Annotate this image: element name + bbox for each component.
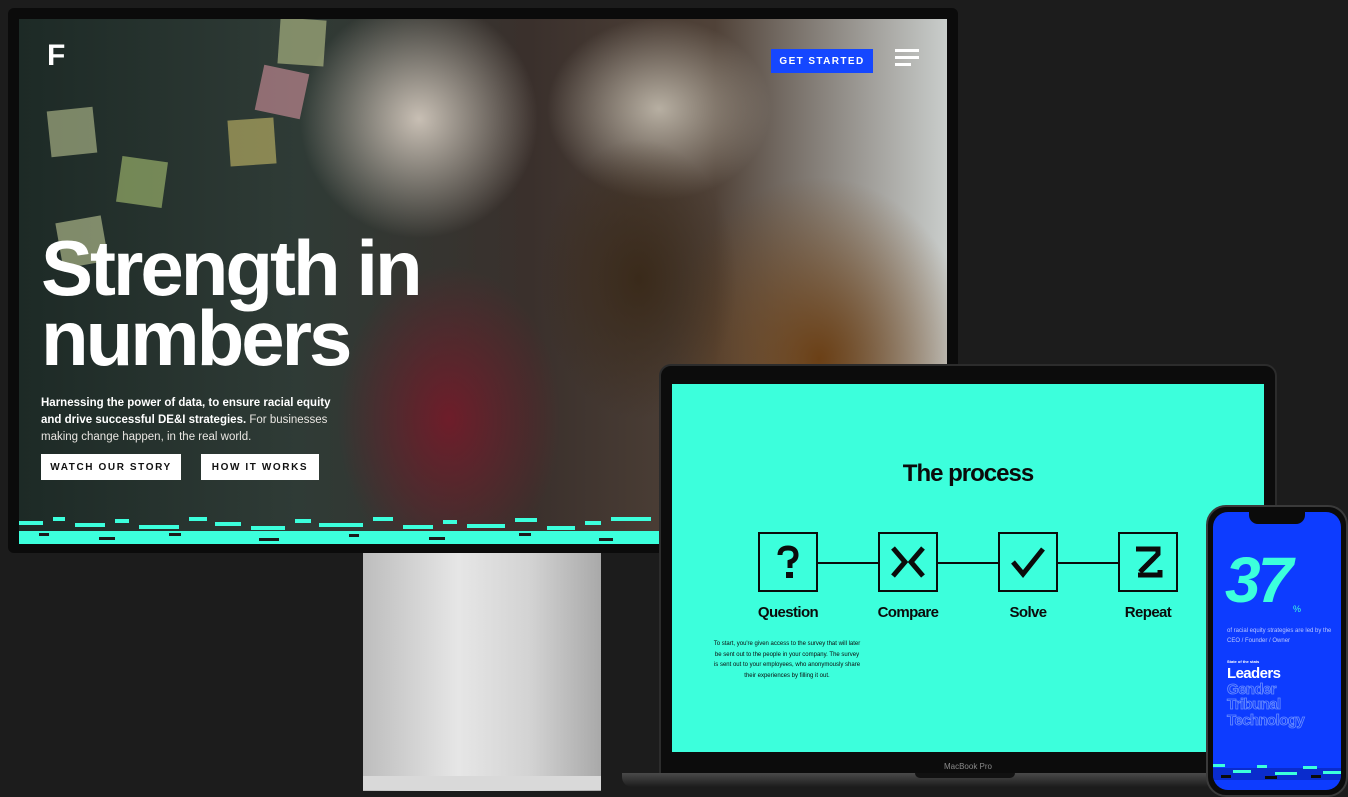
hero-subtext: Harnessing the power of data, to ensure … (41, 395, 351, 446)
step-label: Compare (877, 604, 939, 621)
process-step-repeat[interactable]: Repeat (1088, 532, 1208, 621)
step-label: Repeat (1124, 604, 1172, 621)
background-sticky-note (116, 156, 168, 208)
laptop: The process Question Compare Solve Repea… (659, 364, 1277, 780)
watch-our-story-button[interactable]: WATCH OUR STORY (41, 454, 181, 480)
process-description: To start, you're given access to the sur… (713, 641, 861, 679)
headline-line-2: numbers (41, 294, 352, 382)
repeat-z-icon (1118, 532, 1178, 592)
question-mark-icon (758, 532, 818, 592)
background-sticky-note (277, 19, 327, 67)
stat-unit: % (1293, 604, 1302, 614)
category-technology[interactable]: Technology (1227, 712, 1305, 729)
stat-value: 37 (1225, 544, 1293, 616)
how-it-works-button[interactable]: HOW IT WORKS (201, 454, 319, 480)
background-sticky-note (227, 117, 277, 167)
stat-description: of racial equity strategies are led by t… (1227, 628, 1332, 644)
headline-line-1: Strength in (41, 224, 423, 312)
hamburger-menu-icon[interactable] (895, 49, 919, 73)
phone-pixel-strip (1213, 764, 1341, 780)
category-tribunal[interactable]: Tribunal (1227, 697, 1304, 713)
process-step-solve[interactable]: Solve (968, 532, 1088, 621)
phone-notch (1249, 512, 1305, 524)
get-started-button[interactable]: GET STARTED (771, 49, 873, 73)
background-sticky-note (46, 106, 98, 158)
monitor-stand-base (363, 776, 601, 790)
step-label: Question (757, 604, 819, 621)
laptop-brand-label: MacBook Pro (943, 762, 993, 771)
laptop-notch (915, 773, 1015, 778)
phone: 37 % of racial equity strategies are led… (1206, 505, 1348, 797)
process-step-question[interactable]: Question (728, 532, 848, 621)
phone-stats-screen: 37 % of racial equity strategies are led… (1213, 512, 1341, 790)
process-step-compare[interactable]: Compare (848, 532, 968, 621)
checkmark-icon (998, 532, 1058, 592)
step-label: Solve (1009, 604, 1047, 621)
brand-logo[interactable]: F (47, 41, 73, 71)
process-title: The process (902, 460, 1034, 487)
category-gender[interactable]: Gender (1227, 681, 1304, 698)
hero-headline: Strength in numbers (41, 224, 423, 382)
stat-category-list: Leaders Gender Tribunal Technology (1227, 666, 1305, 729)
compare-arrows-icon (878, 532, 938, 592)
category-leaders[interactable]: Leaders (1227, 666, 1304, 682)
stat-kicker: State of the stats (1227, 659, 1260, 664)
process-section: The process Question Compare Solve Repea… (672, 384, 1264, 752)
background-sticky-note (254, 64, 310, 120)
monitor-stand (363, 553, 601, 791)
